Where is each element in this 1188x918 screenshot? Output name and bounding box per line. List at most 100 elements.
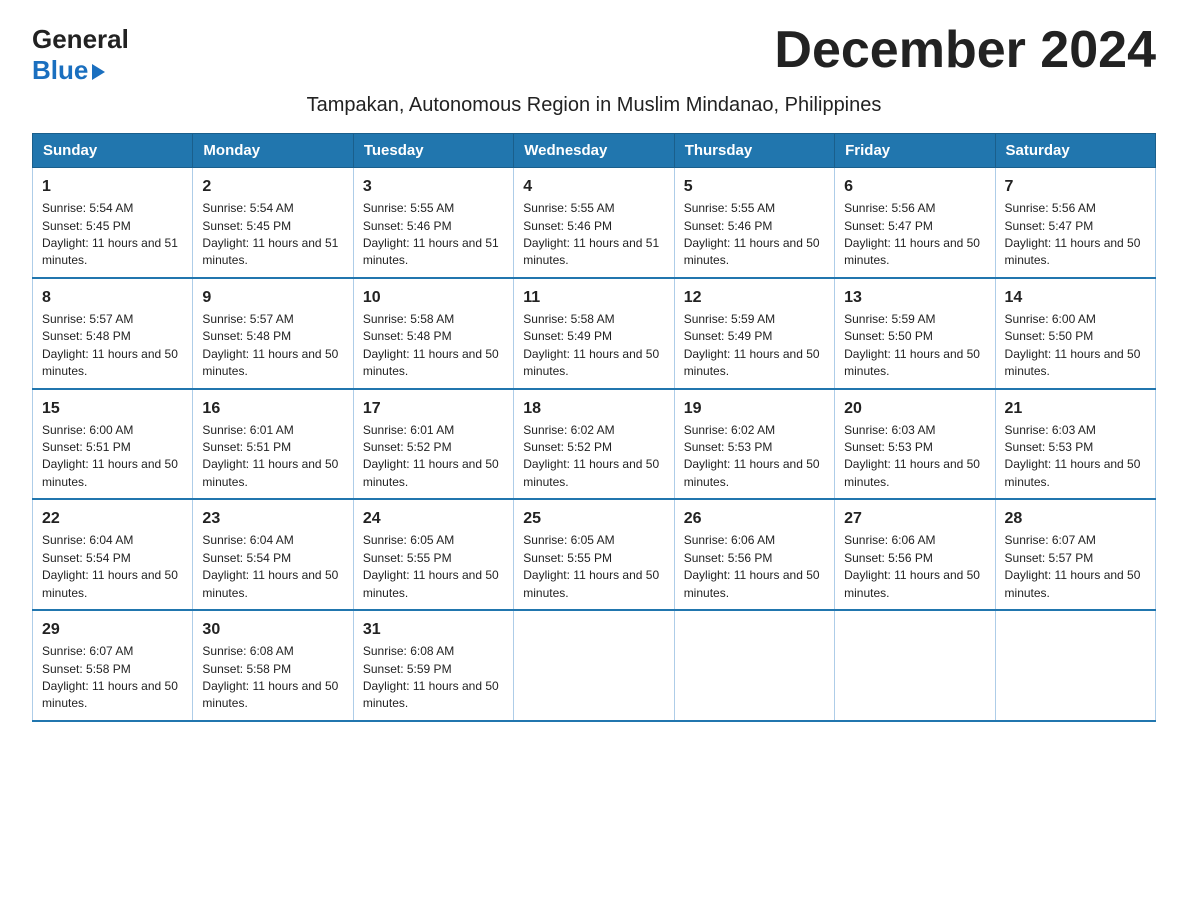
day-info: Sunrise: 6:06 AMSunset: 5:56 PMDaylight:… [684, 532, 825, 602]
logo-triangle-icon [92, 64, 105, 80]
day-number: 2 [202, 175, 343, 198]
calendar-cell: 11Sunrise: 5:58 AMSunset: 5:49 PMDayligh… [514, 278, 674, 389]
page-subtitle: Tampakan, Autonomous Region in Muslim Mi… [32, 94, 1156, 117]
day-info: Sunrise: 5:55 AMSunset: 5:46 PMDaylight:… [363, 200, 504, 270]
day-info: Sunrise: 5:55 AMSunset: 5:46 PMDaylight:… [523, 200, 664, 270]
day-info: Sunrise: 5:58 AMSunset: 5:48 PMDaylight:… [363, 311, 504, 381]
day-info: Sunrise: 6:04 AMSunset: 5:54 PMDaylight:… [42, 532, 183, 602]
header-cell-sunday: Sunday [33, 134, 193, 168]
calendar-cell: 2Sunrise: 5:54 AMSunset: 5:45 PMDaylight… [193, 168, 353, 278]
day-number: 21 [1005, 397, 1146, 420]
day-number: 26 [684, 507, 825, 530]
day-number: 22 [42, 507, 183, 530]
calendar-cell: 19Sunrise: 6:02 AMSunset: 5:53 PMDayligh… [674, 389, 834, 500]
day-info: Sunrise: 5:55 AMSunset: 5:46 PMDaylight:… [684, 200, 825, 270]
calendar-week-row: 22Sunrise: 6:04 AMSunset: 5:54 PMDayligh… [33, 499, 1156, 610]
day-info: Sunrise: 6:06 AMSunset: 5:56 PMDaylight:… [844, 532, 985, 602]
day-number: 1 [42, 175, 183, 198]
calendar-cell: 6Sunrise: 5:56 AMSunset: 5:47 PMDaylight… [835, 168, 995, 278]
day-info: Sunrise: 6:01 AMSunset: 5:52 PMDaylight:… [363, 422, 504, 492]
calendar-cell: 18Sunrise: 6:02 AMSunset: 5:52 PMDayligh… [514, 389, 674, 500]
day-info: Sunrise: 6:08 AMSunset: 5:59 PMDaylight:… [363, 643, 504, 713]
day-number: 27 [844, 507, 985, 530]
day-number: 19 [684, 397, 825, 420]
calendar-cell: 28Sunrise: 6:07 AMSunset: 5:57 PMDayligh… [995, 499, 1155, 610]
calendar-cell [995, 610, 1155, 721]
calendar-cell: 23Sunrise: 6:04 AMSunset: 5:54 PMDayligh… [193, 499, 353, 610]
calendar-week-row: 1Sunrise: 5:54 AMSunset: 5:45 PMDaylight… [33, 168, 1156, 278]
day-info: Sunrise: 5:54 AMSunset: 5:45 PMDaylight:… [202, 200, 343, 270]
calendar-cell: 3Sunrise: 5:55 AMSunset: 5:46 PMDaylight… [353, 168, 513, 278]
calendar-cell: 26Sunrise: 6:06 AMSunset: 5:56 PMDayligh… [674, 499, 834, 610]
calendar-cell: 17Sunrise: 6:01 AMSunset: 5:52 PMDayligh… [353, 389, 513, 500]
calendar-cell: 1Sunrise: 5:54 AMSunset: 5:45 PMDaylight… [33, 168, 193, 278]
header-cell-wednesday: Wednesday [514, 134, 674, 168]
logo: General Blue [32, 24, 129, 86]
calendar-cell: 31Sunrise: 6:08 AMSunset: 5:59 PMDayligh… [353, 610, 513, 721]
calendar-cell: 21Sunrise: 6:03 AMSunset: 5:53 PMDayligh… [995, 389, 1155, 500]
day-number: 9 [202, 286, 343, 309]
day-info: Sunrise: 5:59 AMSunset: 5:49 PMDaylight:… [684, 311, 825, 381]
day-number: 10 [363, 286, 504, 309]
day-info: Sunrise: 6:02 AMSunset: 5:52 PMDaylight:… [523, 422, 664, 492]
calendar-cell: 25Sunrise: 6:05 AMSunset: 5:55 PMDayligh… [514, 499, 674, 610]
calendar-week-row: 15Sunrise: 6:00 AMSunset: 5:51 PMDayligh… [33, 389, 1156, 500]
day-number: 8 [42, 286, 183, 309]
day-number: 4 [523, 175, 664, 198]
day-number: 17 [363, 397, 504, 420]
day-info: Sunrise: 6:08 AMSunset: 5:58 PMDaylight:… [202, 643, 343, 713]
header-cell-tuesday: Tuesday [353, 134, 513, 168]
day-number: 5 [684, 175, 825, 198]
day-number: 24 [363, 507, 504, 530]
day-number: 28 [1005, 507, 1146, 530]
day-info: Sunrise: 6:07 AMSunset: 5:57 PMDaylight:… [1005, 532, 1146, 602]
day-info: Sunrise: 6:01 AMSunset: 5:51 PMDaylight:… [202, 422, 343, 492]
day-info: Sunrise: 6:03 AMSunset: 5:53 PMDaylight:… [844, 422, 985, 492]
header-cell-monday: Monday [193, 134, 353, 168]
day-number: 30 [202, 618, 343, 641]
day-info: Sunrise: 6:05 AMSunset: 5:55 PMDaylight:… [363, 532, 504, 602]
day-number: 11 [523, 286, 664, 309]
header-cell-friday: Friday [835, 134, 995, 168]
day-info: Sunrise: 5:57 AMSunset: 5:48 PMDaylight:… [202, 311, 343, 381]
calendar-cell: 10Sunrise: 5:58 AMSunset: 5:48 PMDayligh… [353, 278, 513, 389]
calendar-cell [674, 610, 834, 721]
page-header: General Blue December 2024 [32, 24, 1156, 86]
calendar-week-row: 8Sunrise: 5:57 AMSunset: 5:48 PMDaylight… [33, 278, 1156, 389]
day-info: Sunrise: 5:54 AMSunset: 5:45 PMDaylight:… [42, 200, 183, 270]
day-info: Sunrise: 5:56 AMSunset: 5:47 PMDaylight:… [1005, 200, 1146, 270]
calendar-cell: 12Sunrise: 5:59 AMSunset: 5:49 PMDayligh… [674, 278, 834, 389]
calendar-cell: 13Sunrise: 5:59 AMSunset: 5:50 PMDayligh… [835, 278, 995, 389]
day-number: 18 [523, 397, 664, 420]
calendar-cell: 20Sunrise: 6:03 AMSunset: 5:53 PMDayligh… [835, 389, 995, 500]
calendar-cell: 24Sunrise: 6:05 AMSunset: 5:55 PMDayligh… [353, 499, 513, 610]
day-info: Sunrise: 6:07 AMSunset: 5:58 PMDaylight:… [42, 643, 183, 713]
calendar-cell: 14Sunrise: 6:00 AMSunset: 5:50 PMDayligh… [995, 278, 1155, 389]
calendar-header-row: SundayMondayTuesdayWednesdayThursdayFrid… [33, 134, 1156, 168]
day-number: 6 [844, 175, 985, 198]
day-number: 31 [363, 618, 504, 641]
day-info: Sunrise: 6:03 AMSunset: 5:53 PMDaylight:… [1005, 422, 1146, 492]
calendar-cell: 8Sunrise: 5:57 AMSunset: 5:48 PMDaylight… [33, 278, 193, 389]
day-number: 25 [523, 507, 664, 530]
calendar-cell: 7Sunrise: 5:56 AMSunset: 5:47 PMDaylight… [995, 168, 1155, 278]
calendar-cell: 16Sunrise: 6:01 AMSunset: 5:51 PMDayligh… [193, 389, 353, 500]
day-info: Sunrise: 6:04 AMSunset: 5:54 PMDaylight:… [202, 532, 343, 602]
day-info: Sunrise: 5:57 AMSunset: 5:48 PMDaylight:… [42, 311, 183, 381]
calendar-cell: 29Sunrise: 6:07 AMSunset: 5:58 PMDayligh… [33, 610, 193, 721]
day-number: 15 [42, 397, 183, 420]
calendar-cell: 4Sunrise: 5:55 AMSunset: 5:46 PMDaylight… [514, 168, 674, 278]
header-cell-thursday: Thursday [674, 134, 834, 168]
day-info: Sunrise: 6:00 AMSunset: 5:50 PMDaylight:… [1005, 311, 1146, 381]
calendar-cell [835, 610, 995, 721]
day-info: Sunrise: 5:59 AMSunset: 5:50 PMDaylight:… [844, 311, 985, 381]
day-number: 14 [1005, 286, 1146, 309]
day-info: Sunrise: 5:56 AMSunset: 5:47 PMDaylight:… [844, 200, 985, 270]
calendar-cell: 5Sunrise: 5:55 AMSunset: 5:46 PMDaylight… [674, 168, 834, 278]
day-number: 3 [363, 175, 504, 198]
logo-line1: General [32, 24, 129, 55]
page-title: December 2024 [774, 24, 1156, 76]
day-info: Sunrise: 5:58 AMSunset: 5:49 PMDaylight:… [523, 311, 664, 381]
calendar-cell: 22Sunrise: 6:04 AMSunset: 5:54 PMDayligh… [33, 499, 193, 610]
calendar-body: 1Sunrise: 5:54 AMSunset: 5:45 PMDaylight… [33, 168, 1156, 721]
